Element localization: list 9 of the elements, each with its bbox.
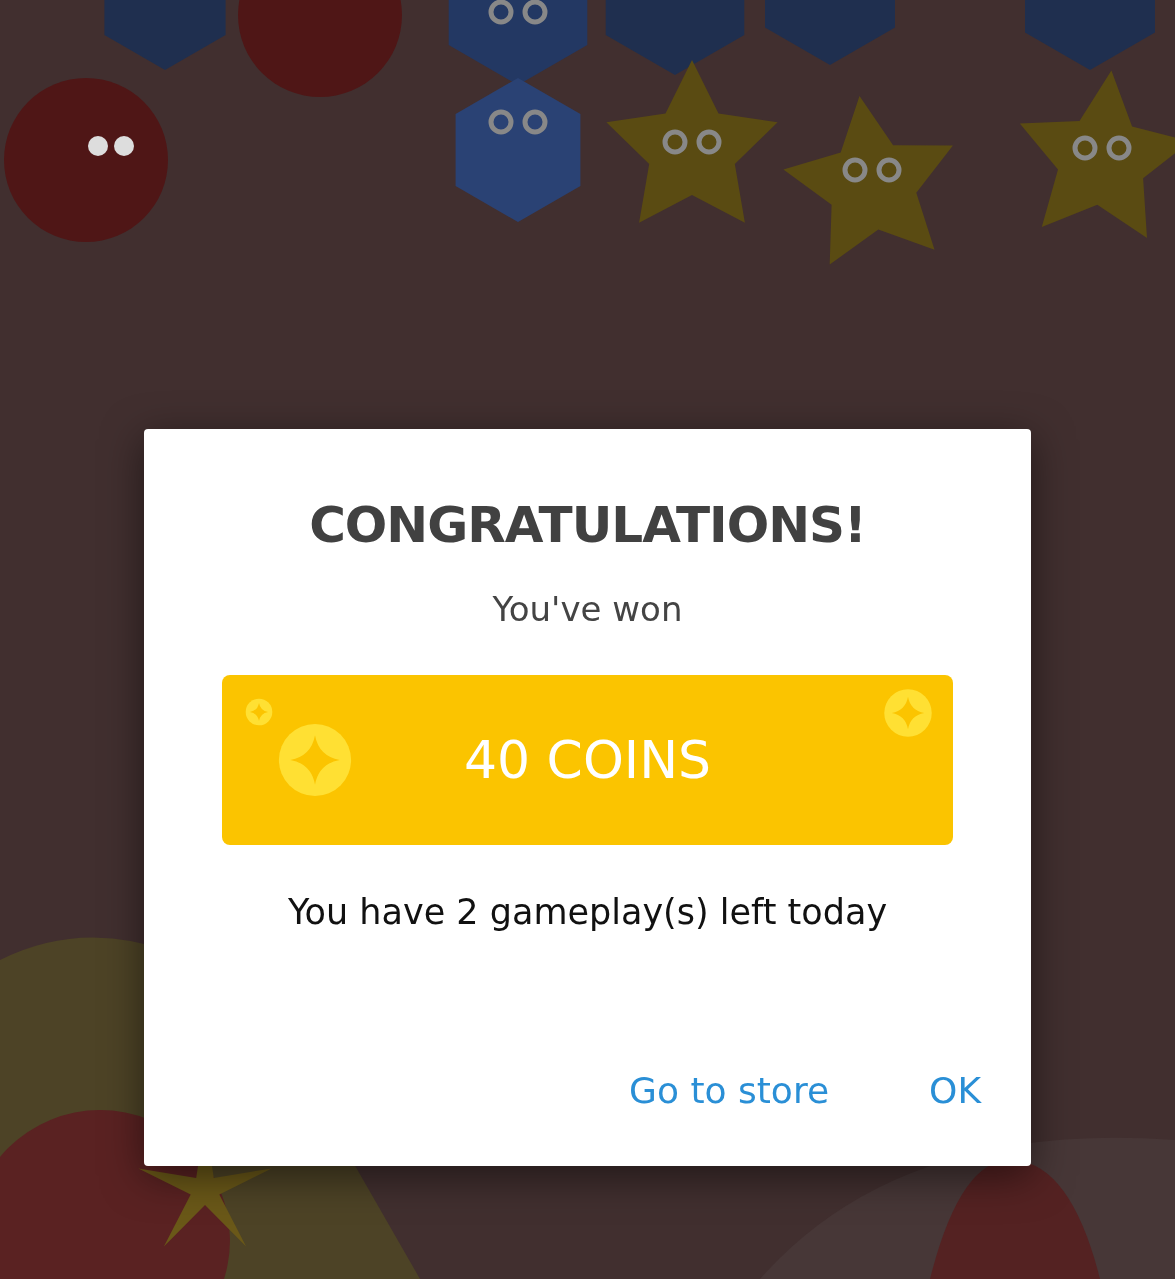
remaining-text: You have 2 gameplay(s) left today — [287, 891, 888, 934]
coin-icon — [883, 688, 933, 738]
ok-button[interactable]: OK — [929, 1068, 981, 1114]
coin-icon — [245, 698, 273, 726]
dialog-title: CONGRATULATIONS! — [309, 495, 866, 555]
prize-text: 40 COINS — [463, 730, 712, 790]
store-button[interactable]: Go to store — [629, 1068, 830, 1114]
coin-icon — [277, 722, 353, 798]
subtitle: You've won — [492, 588, 683, 631]
